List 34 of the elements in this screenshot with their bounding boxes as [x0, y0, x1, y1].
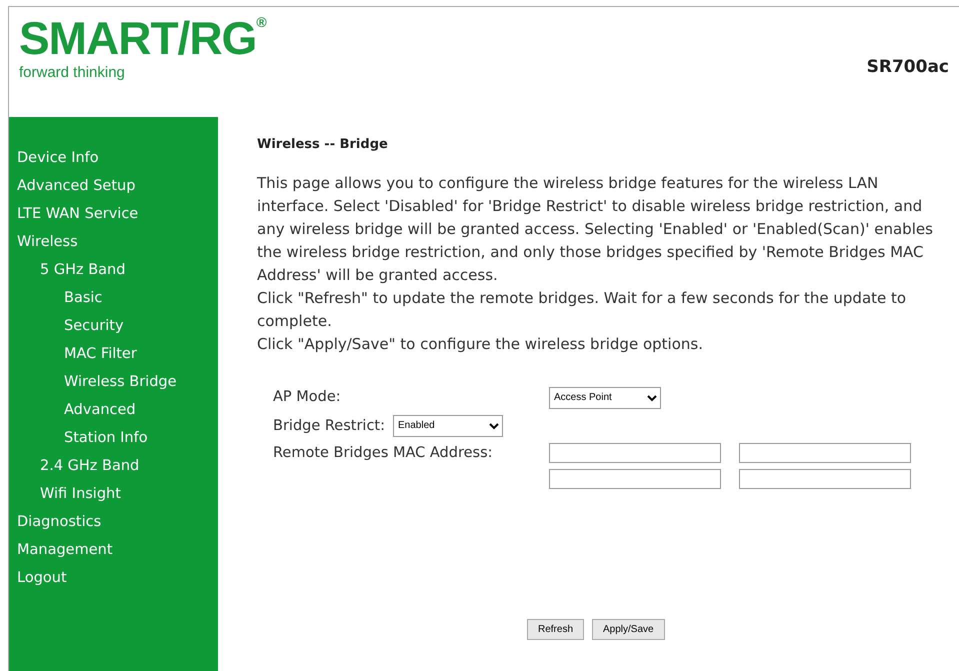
sidebar-item[interactable]: Advanced — [9, 396, 218, 424]
description-text: Click "Apply/Save" to configure the wireless bridge options. — [257, 334, 704, 355]
action-button[interactable]: Refresh — [527, 618, 584, 640]
field-label: Bridge Restrict: — [273, 418, 385, 434]
sidebar-item[interactable]: 5 GHz Band — [9, 256, 218, 284]
action-button[interactable]: Apply/Save — [592, 618, 665, 640]
mac-address-field[interactable] — [549, 468, 721, 488]
bridge-restrict-dropdown[interactable]: Enabled — [393, 414, 503, 436]
sidebar-item[interactable]: Basic — [9, 284, 218, 312]
mac-address-field[interactable] — [549, 442, 721, 462]
sidebar-item[interactable]: MAC Filter — [9, 340, 218, 368]
brand-logo: SMART/RG® — [19, 15, 266, 61]
page-title: Wireless -- Bridge — [257, 137, 389, 152]
description-text: This page allows you to configure the wireless bridge features for the wireless LAN interface. Select 'Disabled' for 'Bridge Restrict' to disable wireless bridge restriction, and any wireless bridge will be granted access. Selecting 'Enabled' or 'Enabled(Scan)' enables the wireless bridge restriction, and only those bridges specified by 'Remote Bridges MAC Address' will be granted access. — [257, 173, 934, 286]
sidebar-item[interactable]: Logout — [9, 564, 218, 592]
ap-mode-dropdown[interactable]: Access Point — [549, 386, 661, 408]
sidebar-item[interactable]: Management — [9, 536, 218, 564]
sidebar-item[interactable]: LTE WAN Service — [9, 200, 218, 228]
sidebar-item[interactable]: Diagnostics — [9, 508, 218, 536]
field-label: AP Mode: — [273, 389, 342, 406]
sidebar-item[interactable]: Station Info — [9, 424, 218, 452]
brand-tagline: forward thinking — [19, 64, 126, 81]
description-text: Click "Refresh" to update the remote bridges. Wait for a few seconds for the update to complete. — [257, 288, 908, 332]
sidebar-item[interactable]: Security — [9, 312, 218, 340]
sidebar-item[interactable]: Wireless — [9, 228, 218, 256]
model-name: SR700ac — [866, 57, 949, 77]
sidebar-item[interactable]: Advanced Setup — [9, 172, 218, 200]
sidebar-item[interactable]: 2.4 GHz Band — [9, 452, 218, 480]
sidebar-item[interactable]: Wireless Bridge — [9, 368, 218, 396]
mac-address-field[interactable] — [739, 468, 911, 488]
sidebar-item[interactable]: Device Info — [9, 144, 218, 172]
field-label: Remote Bridges MAC Address: — [273, 444, 494, 460]
sidebar-item[interactable]: Wifi Insight — [9, 480, 218, 508]
mac-address-field[interactable] — [739, 442, 911, 462]
